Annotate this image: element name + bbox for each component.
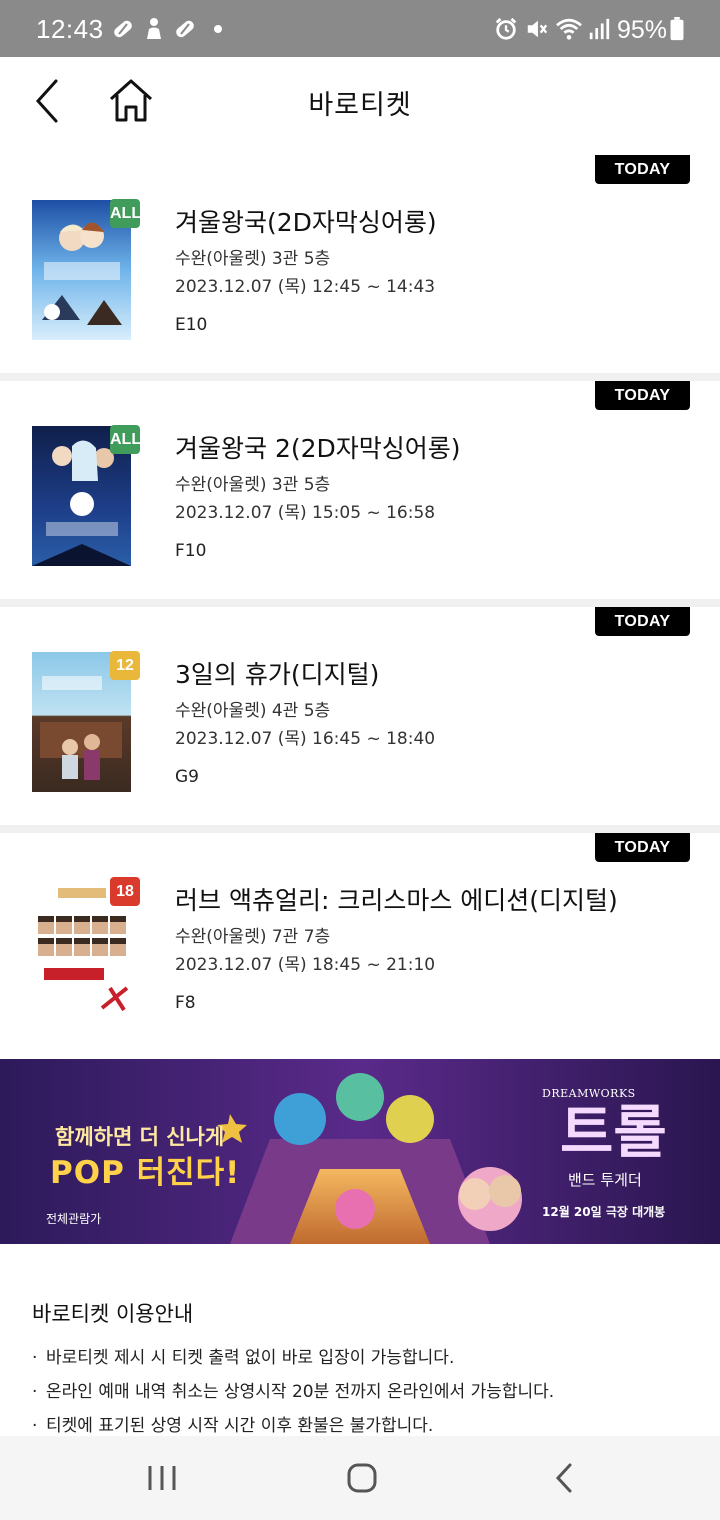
today-badge: TODAY	[595, 607, 690, 636]
promo-banner[interactable]: 함께하면 더 신나게 POP 터진다! 전체관람가 DREAMWORKS 트롤 …	[0, 1059, 720, 1244]
ticket-card[interactable]: TODAY 18 러브 액츄얼리: 크리스마스 에디션(디지털) 수완(아울렛)…	[0, 833, 720, 1051]
seat-text: F10	[175, 541, 207, 561]
pill-icon	[114, 20, 132, 38]
banner-movie-subtitle: 밴드 투게더	[568, 1171, 642, 1189]
movie-title: 러브 액츄얼리: 크리스마스 에디션(디지털)	[175, 886, 618, 915]
divider	[0, 599, 720, 607]
seat-text: G9	[175, 767, 199, 787]
seat-text: E10	[175, 315, 208, 335]
guide-title: 바로티켓 이용안내	[32, 1302, 194, 1326]
guide-item: · 온라인 예매 내역 취소는 상영시작 20분 전까지 온라인에서 가능합니다.	[32, 1382, 555, 1402]
battery-percent: 95%	[617, 16, 668, 44]
ticket-card[interactable]: TODAY ALL 겨울왕국 2(2D자막싱어롱) 수완(아울렛) 3관 5층 …	[0, 381, 720, 599]
person-icon	[147, 18, 161, 39]
guide-list: · 바로티켓 제시 시 티켓 출력 없이 바로 입장이 가능합니다. · 온라인 예…	[32, 1347, 712, 1449]
movie-title: 3일의 휴가(디지털)	[175, 660, 380, 689]
banner-release-date: 12월 20일 극장 대개봉	[542, 1205, 666, 1219]
today-badge: TODAY	[595, 381, 690, 410]
rating-badge: ALL	[110, 199, 141, 228]
battery-icon	[670, 17, 684, 41]
venue-text: 수완(아울렛) 7관 7층	[175, 927, 331, 947]
banner-rating-text: 전체관람가	[46, 1212, 102, 1226]
rating-badge: 12	[110, 651, 140, 680]
signal-icon	[589, 18, 610, 40]
guide-item: · 바로티켓 제시 시 티켓 출력 없이 바로 입장이 가능합니다.	[32, 1348, 455, 1368]
showtime-text: 2023.12.07 (목) 16:45 ~ 18:40	[175, 729, 436, 749]
venue-text: 수완(아울렛) 4관 5층	[175, 701, 331, 721]
divider	[0, 373, 720, 381]
banner-movie-title: 트롤	[560, 1098, 667, 1166]
rating-badge: 18	[110, 877, 140, 906]
pill-icon	[176, 20, 194, 38]
ticket-card[interactable]: TODAY 12 3일의 휴가(디지털) 수완(아울렛) 4관 5층 2023.…	[0, 607, 720, 825]
home-button-icon[interactable]	[342, 1462, 382, 1494]
ticket-card[interactable]: TODAY ALL 겨울왕국(2D자막싱어롱) 수완(아울렛) 3관 5층 20…	[0, 155, 720, 373]
status-time: 12:43	[36, 14, 104, 44]
today-badge: TODAY	[595, 155, 690, 184]
back-icon[interactable]	[544, 1462, 584, 1494]
today-badge: TODAY	[595, 833, 690, 862]
page-title: 바로티켓	[308, 90, 412, 121]
showtime-text: 2023.12.07 (목) 18:45 ~ 21:10	[175, 955, 436, 975]
showtime-text: 2023.12.07 (목) 15:05 ~ 16:58	[175, 503, 436, 523]
system-nav-bar	[0, 1436, 720, 1520]
mute-icon	[527, 20, 548, 38]
dot-icon	[214, 25, 222, 33]
status-bar: 12:43 95%	[0, 0, 720, 57]
venue-text: 수완(아울렛) 3관 5층	[175, 475, 331, 495]
wifi-icon	[556, 18, 582, 40]
alarm-icon	[495, 17, 517, 40]
movie-title: 겨울왕국(2D자막싱어롱)	[175, 208, 437, 237]
divider	[0, 825, 720, 833]
showtime-text: 2023.12.07 (목) 12:45 ~ 14:43	[175, 277, 436, 297]
banner-headline-2: POP 터진다!	[50, 1155, 241, 1191]
movie-title: 겨울왕국 2(2D자막싱어롱)	[175, 434, 461, 463]
rating-badge: ALL	[110, 425, 141, 454]
recents-icon[interactable]	[142, 1462, 182, 1494]
seat-text: F8	[175, 993, 196, 1013]
venue-text: 수완(아울렛) 3관 5층	[175, 249, 331, 269]
app-header: 바로티켓	[0, 57, 720, 147]
